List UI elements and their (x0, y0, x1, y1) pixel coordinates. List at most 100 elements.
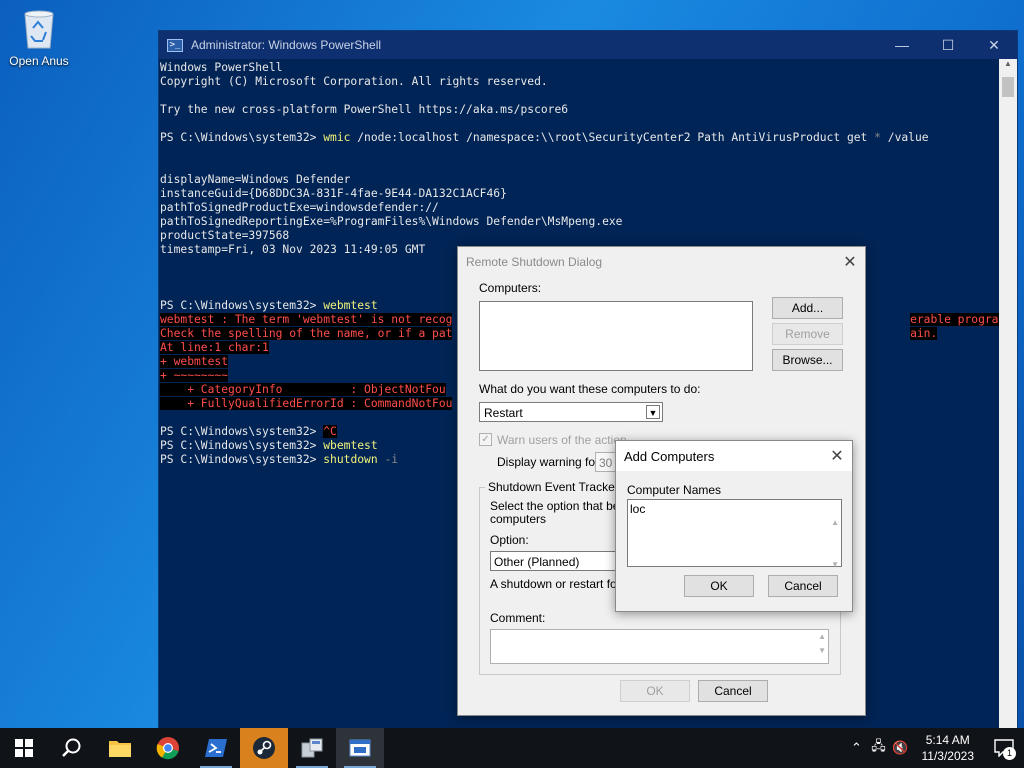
clock-date: 11/3/2023 (921, 749, 975, 763)
option-select[interactable]: Other (Planned) (490, 551, 618, 571)
computer-names-input[interactable]: loc ▲ ▼ (627, 499, 842, 569)
network-icon[interactable]: 🖧 (868, 737, 890, 759)
steam-button[interactable] (240, 728, 288, 768)
console-line: Copyright (C) Microsoft Corporation. All… (160, 75, 998, 89)
console-error-text: + CategoryInfo : ObjectNotFou (160, 383, 446, 396)
ok-button[interactable]: OK (620, 680, 690, 702)
remote-shutdown-taskbar-button[interactable] (336, 728, 384, 768)
powershell-titlebar[interactable]: >_ Administrator: Windows PowerShell — ☐… (159, 31, 1017, 59)
search-button[interactable] (48, 728, 96, 768)
console-text: pathToSignedProductExe=windowsdefender:/… (160, 201, 439, 214)
console-line: displayName=Windows Defender (160, 173, 998, 187)
tracker-legend: Shutdown Event Tracker (485, 480, 622, 494)
clock[interactable]: 5:14 AM 11/3/2023 (912, 732, 985, 764)
system-tray: ⌃ 🖧 🔇 5:14 AM 11/3/2023 1 (846, 728, 1024, 768)
recycle-bin-label: Open Anus (9, 54, 69, 68)
add-ok-button[interactable]: OK (684, 575, 754, 597)
browse-button[interactable]: Browse... (772, 349, 843, 371)
file-explorer-button[interactable] (96, 728, 144, 768)
console-error-tail: erable program. (910, 313, 1013, 326)
recycle-bin-shortcut[interactable]: Open Anus (6, 6, 72, 68)
chevron-down-icon[interactable]: ▼ (646, 405, 660, 419)
notification-center-button[interactable]: 1 (984, 728, 1024, 768)
volume-muted-icon[interactable]: 🔇 (890, 740, 912, 756)
console-error-text: + ~~~~~~~~ (160, 369, 229, 382)
folder-icon (109, 741, 131, 757)
action-value: Restart (484, 406, 523, 420)
console-line: pathToSignedProductExe=windowsdefender:/… (160, 201, 998, 215)
display-warning-label: Display warning for (497, 455, 600, 469)
console-line: Try the new cross-platform PowerShell ht… (160, 103, 998, 117)
computers-list[interactable] (479, 301, 753, 371)
recycle-bin-icon (19, 6, 59, 50)
console-line: pathToSignedReportingExe=%ProgramFiles%\… (160, 215, 998, 229)
console-line: instanceGuid={D68DDC3A-831F-4fae-9E44-DA… (160, 187, 998, 201)
console-line: Windows PowerShell (160, 61, 998, 75)
wmi-tester-icon (301, 738, 323, 758)
add-cancel-button[interactable]: Cancel (768, 575, 838, 597)
add-button[interactable]: Add... (772, 297, 843, 319)
scroll-up-icon[interactable]: ▲ (999, 59, 1017, 75)
powershell-title: Administrator: Windows PowerShell (191, 38, 382, 52)
powershell-taskbar-button[interactable] (192, 728, 240, 768)
option-label: Option: (490, 533, 529, 547)
console-param: -i (384, 453, 399, 466)
dialog-titlebar[interactable]: Remote Shutdown Dialog ✕ (458, 247, 865, 277)
console-args-rest: /value (880, 131, 929, 144)
action-select[interactable]: Restart ▼ (479, 402, 663, 422)
console-prompt: PS C:\Windows\system32> (160, 439, 324, 452)
add-computers-titlebar[interactable]: Add Computers ✕ (616, 441, 852, 471)
warn-checkbox[interactable]: ✓ (479, 433, 492, 446)
notification-badge: 1 (1003, 747, 1016, 760)
close-icon[interactable]: ✕ (835, 252, 865, 272)
close-icon[interactable]: ✕ (822, 446, 852, 466)
dialog-title: Remote Shutdown Dialog (466, 255, 603, 269)
chrome-button[interactable] (144, 728, 192, 768)
console-prompt: PS C:\Windows\system32> (160, 131, 324, 144)
comment-input[interactable]: ▲ ▼ (490, 629, 829, 664)
console-command: shutdown (323, 453, 378, 466)
search-icon (62, 738, 81, 757)
minimize-button[interactable]: — (879, 31, 925, 59)
console-error-tail: ain. (910, 327, 938, 340)
comment-scroll-icon[interactable]: ▲ ▼ (818, 630, 826, 658)
powershell-icon (205, 739, 227, 757)
names-scroll-icon[interactable]: ▲ ▼ (831, 502, 839, 586)
close-button[interactable]: ✕ (971, 31, 1017, 59)
console-command: webmtest (323, 299, 378, 312)
scrollbar-thumb[interactable] (1002, 77, 1014, 97)
console-line: productState=397568 (160, 229, 998, 243)
maximize-button[interactable]: ☐ (925, 31, 971, 59)
start-button[interactable] (0, 728, 48, 768)
console-prompt: PS C:\Windows\system32> (160, 425, 324, 438)
console-error-text: At line:1 char:1 (160, 341, 269, 354)
option-value: Other (Planned) (494, 555, 580, 569)
console-prompt: PS C:\Windows\system32> (160, 299, 324, 312)
remove-button[interactable]: Remove (772, 323, 843, 345)
console-text: displayName=Windows Defender (160, 173, 351, 186)
add-computers-title: Add Computers (624, 448, 715, 464)
console-command: ^C (323, 425, 337, 438)
cancel-button[interactable]: Cancel (698, 680, 768, 702)
chevron-up-icon[interactable]: ⌃ (846, 740, 868, 756)
console-scrollbar[interactable]: ▲ (999, 59, 1017, 729)
console-command: wmic (323, 131, 351, 144)
shutdown-description: A shutdown or restart for ar (490, 577, 635, 591)
tracker-description: Select the option that best (490, 499, 629, 513)
computer-names-label: Computer Names (627, 483, 722, 497)
powershell-icon: >_ (167, 38, 183, 52)
steam-icon (253, 737, 275, 759)
console-text: instanceGuid={D68DDC3A-831F-4fae-9E44-DA… (160, 187, 507, 200)
add-computers-dialog[interactable]: Add Computers ✕ Computer Names loc ▲ ▼ OK… (615, 440, 853, 612)
wmi-tool-button[interactable] (288, 728, 336, 768)
console-args: /node:localhost /namespace:\\root\Securi… (350, 131, 875, 144)
computer-names-value: loc (630, 502, 646, 516)
console-error-text: + webmtest (160, 355, 229, 368)
console-error-text: + FullyQualifiedErrorId : CommandNotFou (160, 397, 453, 410)
remote-shutdown-icon (349, 739, 371, 757)
console-text: Copyright (C) Microsoft Corporation. All… (160, 75, 548, 88)
